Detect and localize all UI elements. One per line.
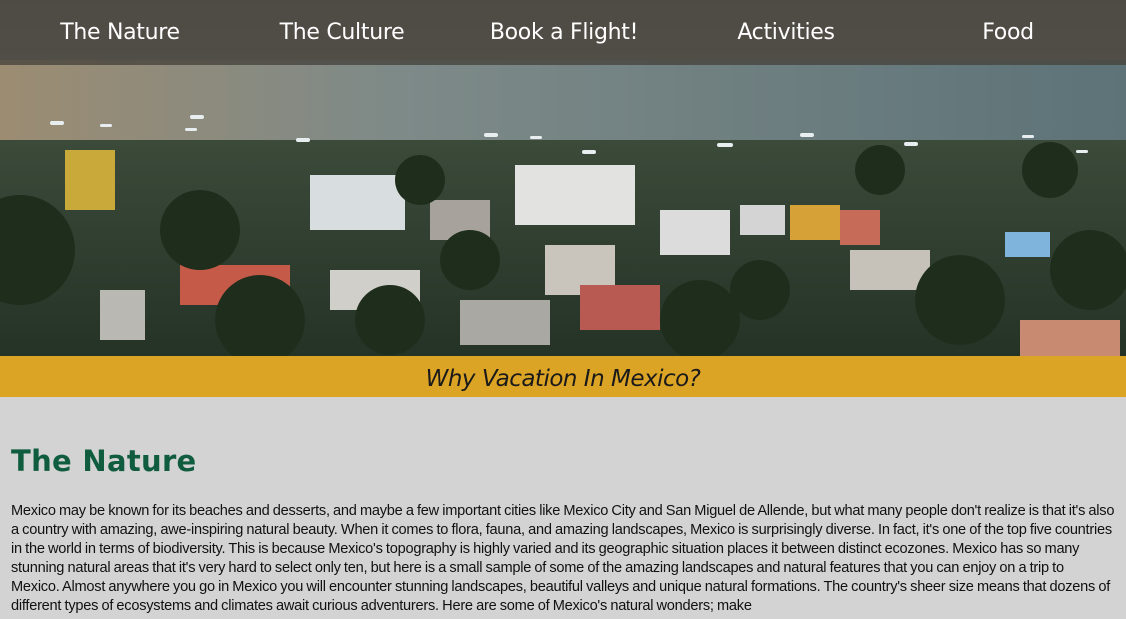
main-content: The Nature Mexico may be known for its b… [11, 397, 1115, 616]
tagline-text: Why Vacation In Mexico? [425, 365, 701, 392]
nav-item-activities[interactable]: Activities [675, 20, 897, 45]
nav-item-the-culture[interactable]: The Culture [231, 20, 453, 45]
section-title: The Nature [11, 444, 197, 478]
nav-item-book-a-flight[interactable]: Book a Flight! [453, 20, 675, 45]
tagline-banner: Why Vacation In Mexico? [0, 356, 1126, 397]
nav-item-food[interactable]: Food [897, 20, 1119, 45]
section-body: Mexico may be known for its beaches and … [11, 503, 1115, 614]
nav-item-the-nature[interactable]: The Nature [9, 20, 231, 45]
top-navigation: The Nature The Culture Book a Flight! Ac… [0, 0, 1126, 65]
